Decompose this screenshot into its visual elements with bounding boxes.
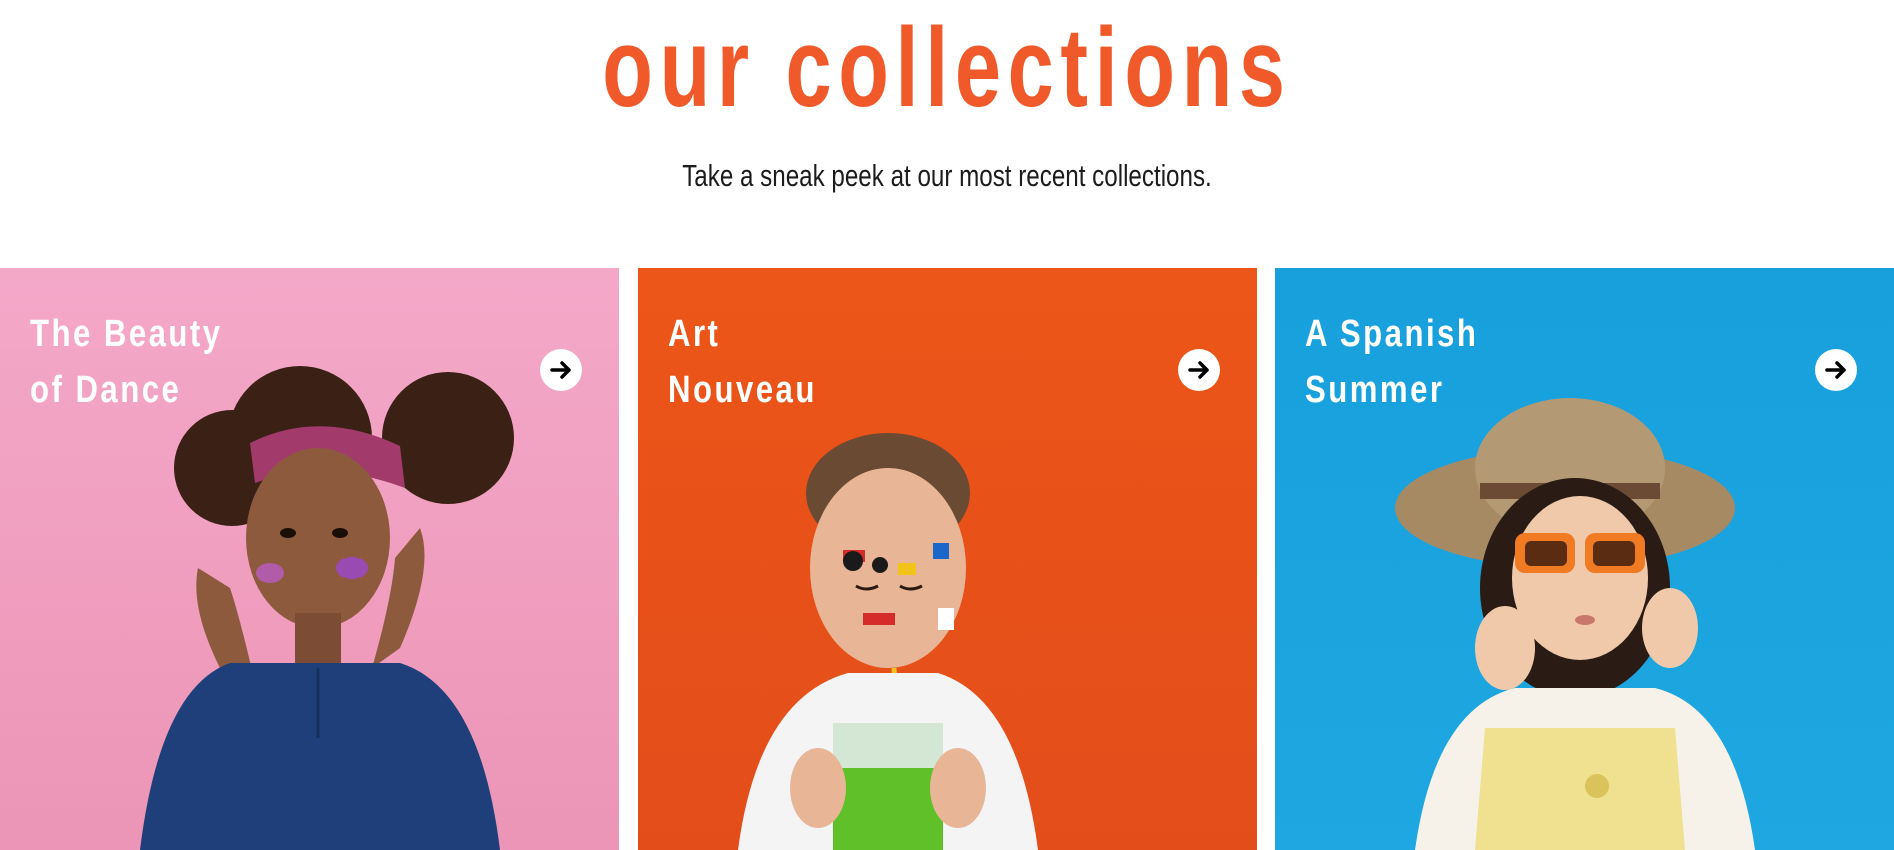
arrow-right-icon[interactable] [1178,349,1220,391]
section-title: our collections [602,5,1292,130]
collection-card-art-nouveau[interactable]: Art Nouveau [638,268,1257,850]
collection-card-beauty-of-dance[interactable]: The Beauty of Dance [0,268,619,850]
collection-title[interactable]: The Beauty of Dance [30,306,223,418]
section-subtitle: Take a sneak peek at our most recent col… [682,158,1212,193]
collection-card-a-spanish-summer[interactable]: A Spanish Summer [1275,268,1894,850]
arrow-right-icon[interactable] [540,349,582,391]
collection-title[interactable]: A Spanish Summer [1305,306,1478,418]
collection-title[interactable]: Art Nouveau [668,306,817,418]
arrow-right-icon[interactable] [1815,349,1857,391]
collections-grid: The Beauty of Dance Art Nouveau A Spanis… [0,268,1894,850]
